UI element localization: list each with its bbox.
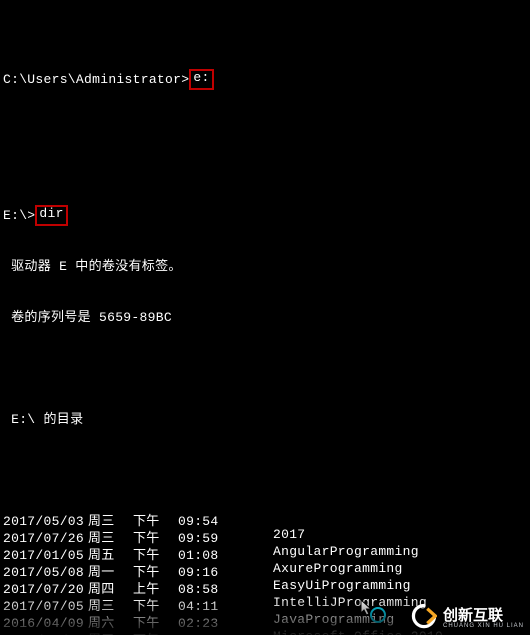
dir-type: 2017 [233,513,343,530]
dir-dayofweek: 周五 [88,547,133,564]
volume-serial: 卷的序列号是 5659-89BC [3,309,172,326]
prompt-line: E:\> dir [3,207,530,224]
dir-type: AxureProgramming [233,547,343,564]
dir-row: 2017/05/08 周一下午09:16EasyUiProgramming [3,564,530,581]
prompt-prefix: E:\> [3,207,35,224]
dir-date: 2017/07/26 [3,530,88,547]
dir-row: 2017/07/20 周四上午08:58IntelliJProgramming [3,581,530,598]
directory-of: E:\ 的目录 [3,411,83,428]
dir-time: 09:16 [178,564,233,581]
cmd-dir: dir [35,205,67,226]
dir-dayofweek: 周三 [88,530,133,547]
dir-date: 2017/01/05 [3,547,88,564]
dir-ampm: 下午 [133,564,178,581]
brand-logo: 创新互联 CHUANG XIN HU LIAN [411,603,524,629]
dir-time: 09:54 [178,513,233,530]
dir-date: 2017/05/08 [3,564,88,581]
dir-time: 08:58 [178,581,233,598]
dir-time: 09:59 [178,530,233,547]
dir-type: IntelliJProgramming [233,581,343,598]
blank [3,462,530,479]
logo-mark-icon [411,603,437,629]
watermark-title: 创新互联 [443,604,524,625]
prompt-line: C:\Users\Administrator> e: [3,71,530,88]
dir-ampm: 下午 [133,530,178,547]
cmd-e-drive: e: [189,69,213,90]
dir-dayofweek: 周一 [88,564,133,581]
terminal-window[interactable]: C:\Users\Administrator> e: E:\> dir 驱动器 … [0,0,530,635]
dir-ampm: 上午 [133,581,178,598]
dir-row: 2017/01/05 周五下午01:08AxureProgramming [3,547,530,564]
dir-date: 2017/07/20 [3,581,88,598]
watermark-subtitle: CHUANG XIN HU LIAN [443,623,524,629]
dir-ampm: 下午 [133,547,178,564]
dir-row: 2017/05/03 周三下午09:542017 [3,513,530,530]
volume-label: 驱动器 E 中的卷没有标签。 [3,258,182,275]
dir-row: 2017/07/26 周三下午09:59AngularProgramming [3,530,530,547]
watermark-bar: 创新互联 CHUANG XIN HU LIAN [0,597,530,635]
dir-dayofweek: 周三 [88,513,133,530]
dir-type: EasyUiProgramming [233,564,343,581]
blank [3,122,530,139]
dir-date: 2017/05/03 [3,513,88,530]
dir-ampm: 下午 [133,513,178,530]
dir-type: AngularProgramming [233,530,343,547]
blank [3,360,530,377]
prompt-prefix: C:\Users\Administrator> [3,71,189,88]
dir-dayofweek: 周四 [88,581,133,598]
dir-time: 01:08 [178,547,233,564]
